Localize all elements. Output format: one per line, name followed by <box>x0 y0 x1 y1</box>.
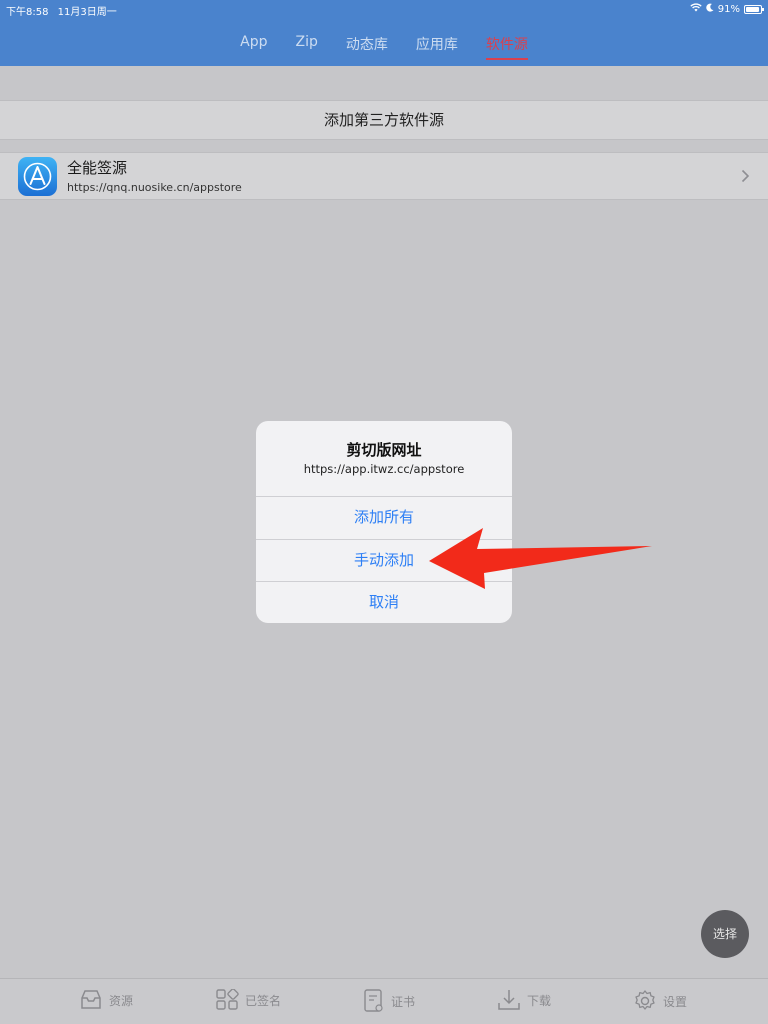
moon-icon <box>706 3 714 15</box>
tab-dylib[interactable]: 动态库 <box>332 30 402 60</box>
chevron-right-icon <box>741 167 750 188</box>
bottom-tab-label: 设置 <box>663 994 688 1009</box>
app-store-icon <box>18 157 57 196</box>
top-tab-bar: App Zip 动态库 应用库 软件源 <box>0 30 768 60</box>
bottom-tab-label: 资源 <box>109 993 134 1008</box>
battery-icon <box>744 4 764 14</box>
bottom-tab-label: 下载 <box>527 993 552 1008</box>
grid-icon <box>215 989 239 1011</box>
bottom-tab-resources[interactable]: 资源 <box>79 989 133 1011</box>
bottom-tab-bar: 资源 已签名 证书 下载 设置 <box>0 978 768 1024</box>
battery-percent: 91% <box>717 3 740 15</box>
cancel-button[interactable]: 取消 <box>256 581 512 623</box>
tab-software-source[interactable]: 软件源 <box>472 30 542 60</box>
bottom-tab-certificates[interactable]: 证书 <box>363 989 415 1013</box>
status-bar: 下午8:58 11月3日周一 91% <box>0 0 768 20</box>
certificate-icon <box>363 989 385 1013</box>
gear-icon <box>633 989 657 1013</box>
status-right: 91% <box>690 3 764 15</box>
bottom-tab-downloads[interactable]: 下载 <box>497 989 551 1011</box>
wifi-icon <box>690 3 702 15</box>
alert-title: 剪切版网址 <box>346 441 422 459</box>
source-title: 全能签源 <box>67 159 128 177</box>
download-icon <box>497 989 521 1011</box>
bottom-tab-signed[interactable]: 已签名 <box>215 989 281 1011</box>
add-source-button[interactable]: 添加第三方软件源 <box>0 100 768 140</box>
tab-app[interactable]: App <box>226 30 281 60</box>
bottom-tab-label: 证书 <box>391 994 416 1009</box>
bottom-tab-label: 已签名 <box>245 993 282 1008</box>
nav-header: 下午8:58 11月3日周一 91% App Zip 动态库 应用库 软件源 <box>0 0 768 66</box>
tab-app-library[interactable]: 应用库 <box>402 30 472 60</box>
status-left: 下午8:58 11月3日周一 <box>6 3 117 18</box>
source-list-item[interactable]: 全能签源 https://qnq.nuosike.cn/appstore <box>0 152 768 200</box>
tab-zip[interactable]: Zip <box>281 30 331 60</box>
clipboard-url-alert: 剪切版网址 https://app.itwz.cc/appstore 添加所有 … <box>256 421 512 623</box>
add-all-button[interactable]: 添加所有 <box>256 496 512 538</box>
bottom-tab-settings[interactable]: 设置 <box>633 989 687 1013</box>
source-url: https://qnq.nuosike.cn/appstore <box>67 181 242 194</box>
status-date: 11月3日周一 <box>57 7 117 18</box>
inbox-icon <box>79 989 103 1011</box>
status-time: 下午8:58 <box>6 7 49 18</box>
manual-add-button[interactable]: 手动添加 <box>256 539 512 581</box>
select-fab-button[interactable]: 选择 <box>701 910 749 958</box>
alert-message: https://app.itwz.cc/appstore <box>303 462 465 476</box>
battery-fill <box>746 6 759 12</box>
